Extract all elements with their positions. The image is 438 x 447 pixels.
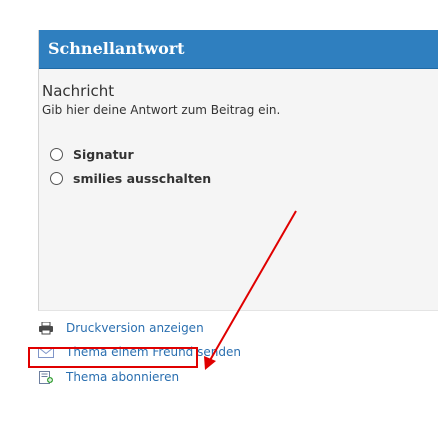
quick-reply-body: Nachricht Gib hier deine Antwort zum Bei… [38,30,438,310]
printer-icon [38,321,54,335]
option-disable-smilies[interactable]: smilies ausschalten [50,171,211,186]
section-title: Nachricht [42,82,115,100]
signature-radio[interactable] [50,148,63,161]
annotation-highlight-box [28,347,198,368]
subscribe-thread-label[interactable]: Thema abonnieren [66,370,179,384]
subscribe-icon [38,370,54,384]
option-signature[interactable]: Signatur [50,147,134,162]
print-version-label[interactable]: Druckversion anzeigen [66,321,204,335]
section-description: Gib hier deine Antwort zum Beitrag ein. [42,103,281,117]
page: Schnellantwort Nachricht Gib hier deine … [0,0,438,447]
print-version-link[interactable]: Druckversion anzeigen [38,321,204,335]
smilies-label: smilies ausschalten [73,171,212,186]
smilies-radio[interactable] [50,172,63,185]
subscribe-thread-link[interactable]: Thema abonnieren [38,370,179,384]
signature-label: Signatur [73,147,134,162]
